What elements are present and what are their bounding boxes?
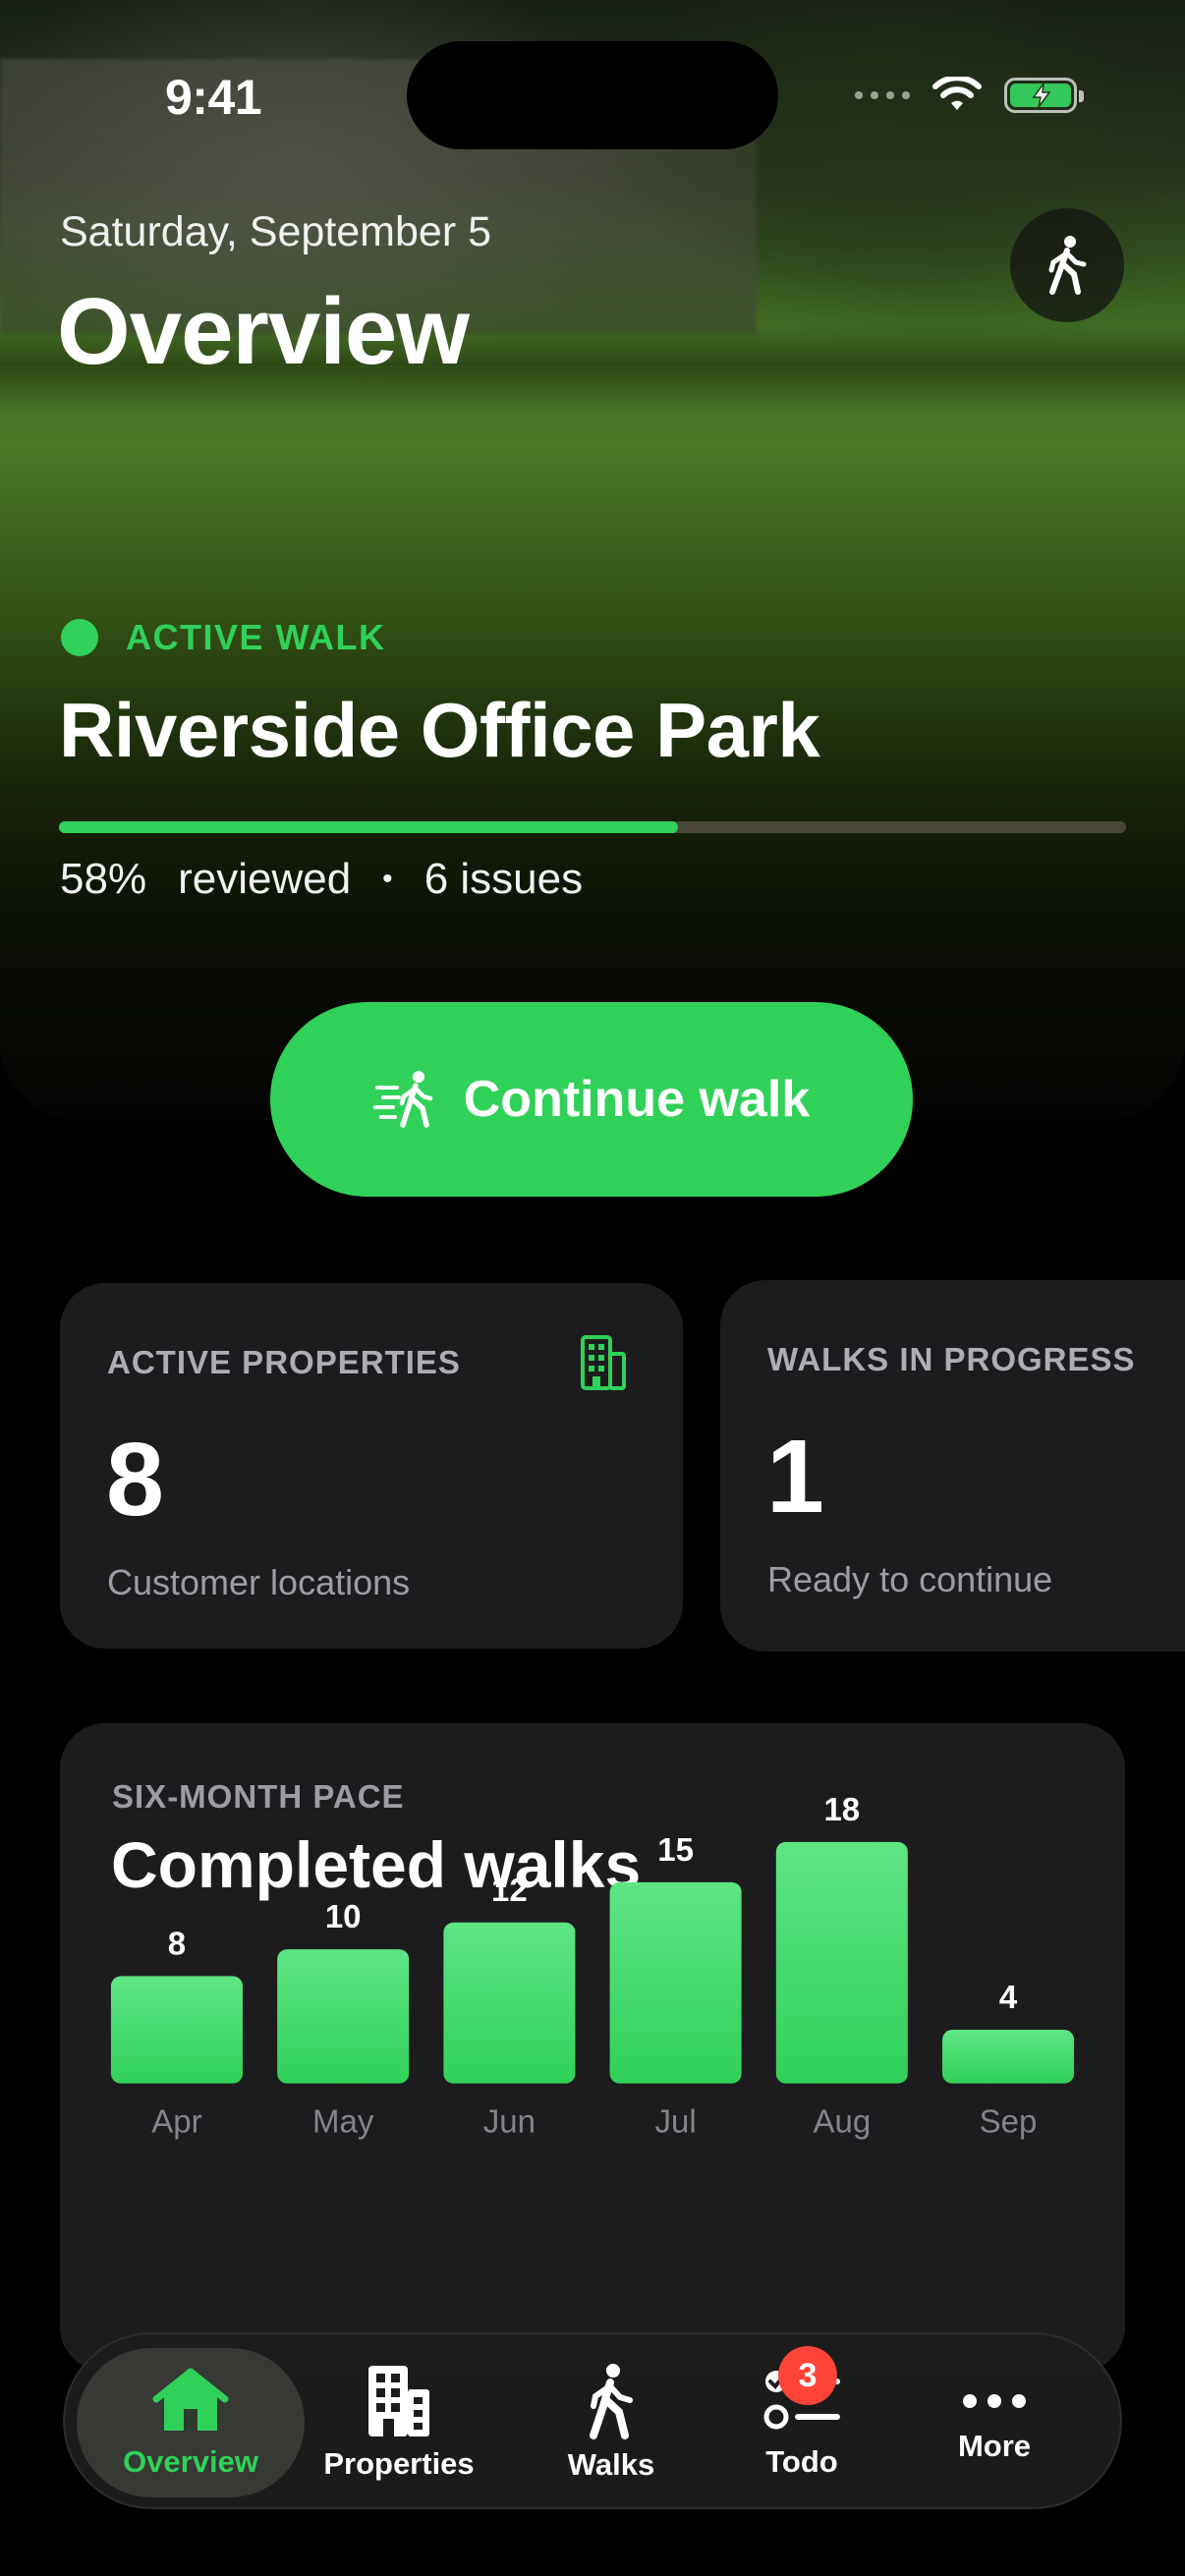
stat-label: WALKS IN PROGRESS [767, 1341, 1136, 1377]
meta-separator: • [382, 863, 393, 895]
continue-walk-button[interactable]: Continue walk [270, 1002, 913, 1197]
tab-walks[interactable]: Walks [542, 2334, 680, 2511]
stat-value: 8 [106, 1422, 164, 1538]
tab-label: Walks [567, 2447, 655, 2482]
walk-progress-fill [59, 821, 678, 833]
wifi-icon [932, 77, 982, 110]
x-tick-label: May [312, 2103, 374, 2140]
start-walk-button[interactable] [1010, 208, 1124, 322]
bar-value-label: 12 [491, 1872, 528, 1908]
active-walk-property: Riverside Office Park [59, 687, 820, 773]
tab-label: Todo [765, 2444, 838, 2479]
bar-sep [942, 2030, 1075, 2084]
bar-apr [110, 1976, 243, 2084]
bar-value-label: 4 [999, 1979, 1018, 2015]
walk-percent: 58% [60, 855, 147, 903]
figure-walk-icon [1048, 236, 1087, 295]
completed-walks-chart-card: SIX-MONTH PACE Completed walks 8 Apr 10 May… [60, 1723, 1125, 2372]
page-title: Overview [57, 279, 470, 384]
x-tick-label: Jun [483, 2103, 536, 2140]
active-walk-text: ACTIVE WALK [126, 617, 386, 657]
walk-reviewed-label: reviewed [178, 855, 352, 903]
tab-bar: Overview Properties Walks Todo More [63, 2332, 1122, 2509]
x-tick-label: Apr [151, 2103, 201, 2140]
bar-value-label: 15 [657, 1831, 694, 1868]
tab-label: Overview [123, 2444, 258, 2479]
tab-overview[interactable]: Overview [77, 2348, 305, 2497]
building-icon [368, 2366, 429, 2436]
active-properties-card[interactable]: ACTIVE PROPERTIES 8 Customer locations [60, 1283, 683, 1649]
active-walk-label: ACTIVE WALK [61, 617, 386, 658]
todo-badge: 3 [778, 2346, 837, 2405]
bar-may [277, 1949, 410, 2084]
dynamic-island [407, 41, 778, 149]
active-status-dot [61, 619, 98, 656]
tab-more[interactable]: More [926, 2334, 1063, 2511]
bar-jul [609, 1881, 742, 2084]
bar-jun [443, 1922, 576, 2084]
bar-value-label: 18 [823, 1791, 860, 1827]
tab-label: Properties [323, 2446, 475, 2481]
x-tick-label: Sep [980, 2103, 1038, 2140]
bar-value-label: 8 [168, 1925, 186, 1961]
walk-issues: 6 issues [423, 855, 584, 903]
ellipsis-icon [963, 2394, 1026, 2408]
figure-walk-motion-icon [372, 1071, 432, 1128]
hero-shade [0, 0, 1185, 1120]
continue-walk-label: Continue walk [463, 1071, 811, 1128]
building-icon [581, 1335, 626, 1390]
hero-background-image [0, 0, 1185, 1120]
bar-value-label: 10 [325, 1898, 362, 1934]
stat-value: 1 [766, 1419, 824, 1535]
battery-icon [1004, 78, 1084, 113]
walk-progress-bar [59, 821, 1126, 833]
figure-walk-icon [590, 2364, 633, 2439]
stat-subtitle: Customer locations [107, 1562, 411, 1602]
tab-label: More [957, 2429, 1032, 2463]
header-date: Saturday, September 5 [60, 208, 492, 255]
status-icons [855, 77, 1084, 114]
status-time: 9:41 [165, 70, 262, 125]
house-icon [152, 2368, 229, 2431]
bar-chart: 8 Apr 10 May 12 Jun 15 Jul 18 Aug 4 Sep [110, 1791, 1075, 2140]
cellular-signal-icon [855, 91, 910, 99]
x-tick-label: Aug [813, 2103, 871, 2140]
stat-subtitle: Ready to continue [767, 1559, 1053, 1599]
walks-in-progress-card[interactable]: WALKS IN PROGRESS 1 Ready to continue [720, 1280, 1185, 1652]
stat-label: ACTIVE PROPERTIES [107, 1344, 461, 1380]
tab-properties[interactable]: Properties [320, 2334, 478, 2511]
walk-meta: 58% reviewed • 6 issues [60, 855, 583, 904]
x-tick-label: Jul [655, 2103, 697, 2140]
bar-aug [775, 1841, 908, 2084]
